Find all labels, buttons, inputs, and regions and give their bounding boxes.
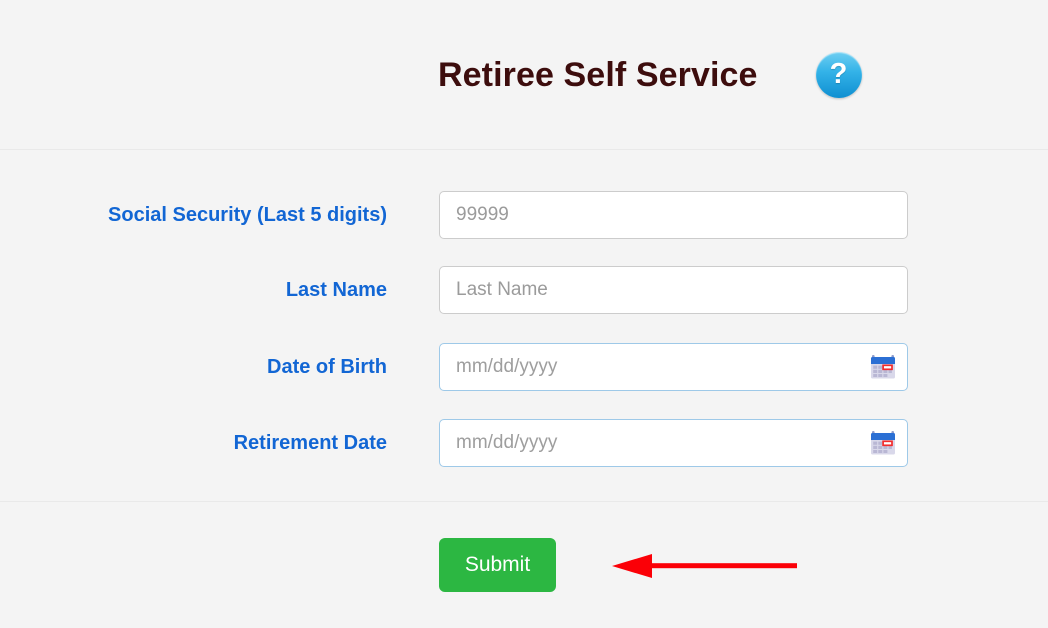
retiree-self-service-page: Retiree Self Service ? Social Security (…: [0, 0, 1048, 628]
help-icon-glyph: ?: [829, 57, 848, 90]
field-wrap-last-name: [439, 266, 908, 314]
red-left-arrow-annotation: [612, 554, 797, 578]
field-wrap-retirement-date: [439, 419, 908, 467]
form-row-last-name: Last Name: [0, 266, 1048, 314]
page-header: Retiree Self Service ?: [0, 0, 1048, 150]
date-of-birth-input[interactable]: [439, 343, 908, 391]
header-content: Retiree Self Service ?: [438, 52, 862, 98]
form-area: Social Security (Last 5 digits) Last Nam…: [0, 150, 1048, 502]
field-wrap-social-security: [439, 191, 908, 239]
label-retirement-date: Retirement Date: [233, 432, 387, 454]
calendar-icon[interactable]: [870, 354, 896, 380]
submit-button[interactable]: Submit: [439, 538, 556, 592]
label-date-of-birth: Date of Birth: [267, 356, 387, 378]
calendar-icon[interactable]: [870, 430, 896, 456]
last-name-input[interactable]: [439, 266, 908, 314]
field-wrap-date-of-birth: [439, 343, 908, 391]
form-row-date-of-birth: Date of Birth: [0, 343, 1048, 391]
retirement-date-input[interactable]: [439, 419, 908, 467]
label-social-security: Social Security (Last 5 digits): [108, 204, 387, 226]
social-security-input[interactable]: [439, 191, 908, 239]
help-question-icon[interactable]: ?: [815, 52, 862, 98]
label-last-name: Last Name: [285, 279, 387, 301]
form-row-social-security: Social Security (Last 5 digits): [0, 191, 1048, 239]
form-footer: Submit: [0, 502, 1048, 628]
page-title: Retiree Self Service: [438, 56, 758, 94]
form-row-retirement-date: Retirement Date: [0, 419, 1048, 467]
